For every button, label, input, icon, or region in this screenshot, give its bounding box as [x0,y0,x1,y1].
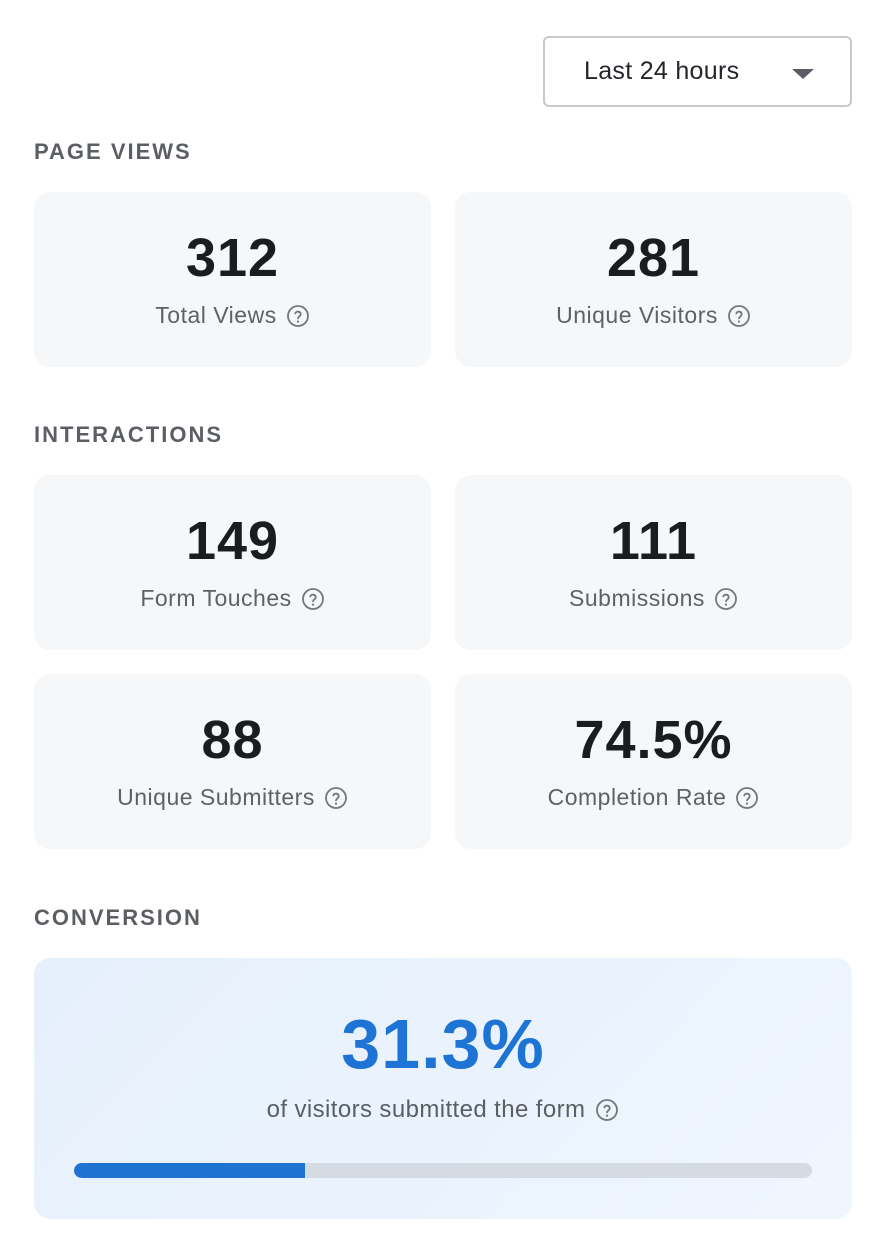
stat-caption: Completion Rate [455,784,852,811]
question-circle-icon[interactable] [714,587,738,611]
stat-value: 74.5% [574,710,733,770]
stat-caption: Unique Visitors [455,302,852,329]
stat-caption: Form Touches [34,585,431,612]
stat-card-unique-submitters: 88 Unique Submitters [34,674,431,849]
stat-label: Unique Visitors [556,302,718,328]
time-range-value: Last 24 hours [584,57,740,85]
section-title-page-views: PAGE VIEWS [34,139,192,164]
stat-label: Form Touches [140,585,292,611]
conversion-progress-fill [74,1163,305,1178]
stat-value: 149 [185,511,280,571]
question-circle-icon[interactable] [324,786,348,810]
stat-value: 88 [201,710,264,770]
analytics-panel: Last 24 hours PAGE VIEWS 312 Total Views… [0,0,884,1248]
stat-label: Unique Submitters [117,784,315,810]
stat-value: 312 [185,228,280,288]
stat-caption: Total Views [34,302,431,329]
stat-card-completion-rate: 74.5% Completion Rate [455,674,852,849]
stat-value: 281 [606,228,701,288]
question-circle-icon[interactable] [301,587,325,611]
section-title-interactions: INTERACTIONS [34,422,223,447]
question-circle-icon[interactable] [735,786,759,810]
stat-caption: Submissions [455,585,852,612]
stat-card-submissions: 111 Submissions [455,475,852,650]
conversion-rate-value: 31.3% [341,1005,545,1083]
conversion-caption: of visitors submitted the form [34,1096,852,1124]
question-circle-icon[interactable] [286,304,310,328]
caret-down-icon [792,69,814,79]
stat-label: Submissions [569,585,705,611]
stat-value: 111 [609,511,698,571]
conversion-progress-bar [74,1163,812,1178]
question-circle-icon[interactable] [727,304,751,328]
stat-label: Completion Rate [547,784,727,810]
stat-card-unique-visitors: 281 Unique Visitors [455,192,852,367]
conversion-label: of visitors submitted the form [266,1096,586,1123]
stat-card-total-views: 312 Total Views [34,192,431,367]
stat-card-form-touches: 149 Form Touches [34,475,431,650]
stat-label: Total Views [155,302,277,328]
time-range-dropdown[interactable]: Last 24 hours [543,36,852,107]
conversion-card: 31.3% of visitors submitted the form [34,958,852,1219]
question-circle-icon[interactable] [595,1098,619,1122]
stat-caption: Unique Submitters [34,784,431,811]
section-title-conversion: CONVERSION [34,905,202,930]
